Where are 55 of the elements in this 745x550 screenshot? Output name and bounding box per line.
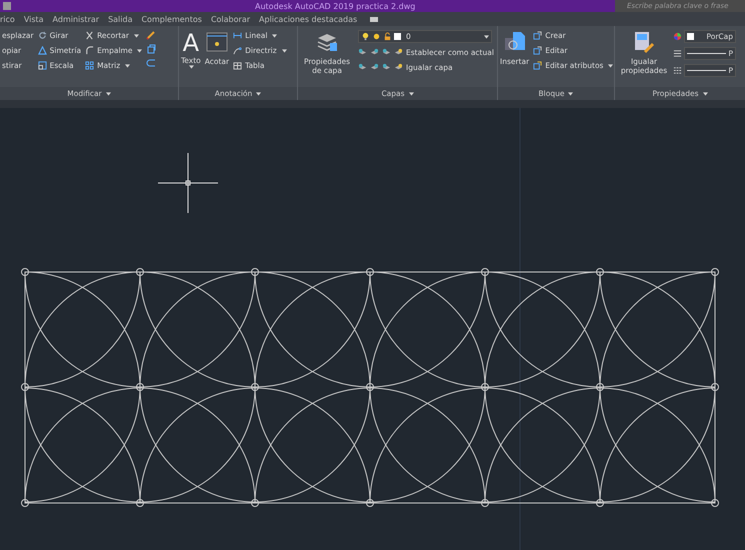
crosshair-cursor-icon: [158, 152, 218, 214]
scissors-icon: [85, 31, 94, 40]
block-icon: [533, 61, 542, 70]
triangle-icon: [38, 46, 47, 55]
layer-tool-icon[interactable]: [394, 48, 403, 57]
caret-icon[interactable]: [408, 92, 414, 96]
caret-icon[interactable]: [702, 92, 708, 96]
layer-tool-icon[interactable]: [358, 48, 367, 57]
lock-icon: [383, 32, 392, 41]
ribbon-tab[interactable]: Salida: [108, 14, 132, 24]
leader-icon: [233, 46, 242, 55]
corner-arc-icon: [85, 46, 94, 55]
caret-icon[interactable]: [608, 64, 614, 68]
layer-tool-icon[interactable]: [370, 48, 379, 57]
sun-icon: [372, 32, 381, 41]
dimension-icon: [204, 30, 229, 54]
linear-dimension-icon: [233, 31, 242, 40]
text-icon: A: [182, 30, 200, 56]
color-wheel-icon: [673, 32, 682, 41]
copy-icon[interactable]: [146, 44, 156, 54]
linetype-icon: [673, 66, 682, 75]
match-properties-icon: [632, 30, 656, 54]
caret-icon[interactable]: [282, 48, 287, 52]
lineweight-icon: [673, 49, 682, 58]
caret-icon[interactable]: [137, 48, 142, 52]
ribbon-tab[interactable]: Aplicaciones destacadas: [259, 14, 358, 24]
caret-icon[interactable]: [568, 92, 574, 96]
caret-icon[interactable]: [484, 34, 489, 38]
caret-icon[interactable]: [134, 34, 139, 38]
grid-icon: [85, 61, 94, 70]
caret-icon[interactable]: [106, 92, 111, 96]
ribbon-tab[interactable]: Administrar: [52, 14, 100, 24]
bulb-icon: [361, 32, 370, 41]
offset-icon[interactable]: [146, 58, 156, 68]
layer-tool-icon[interactable]: [370, 63, 379, 72]
camera-icon[interactable]: [370, 16, 378, 22]
ribbon-tab[interactable]: Complementos: [141, 14, 202, 24]
layer-tool-icon[interactable]: [358, 63, 367, 72]
scale-icon: [38, 61, 47, 70]
caret-icon[interactable]: [256, 92, 262, 96]
ribbon-tab[interactable]: rico: [0, 14, 15, 24]
table-icon: [233, 61, 242, 70]
caret-icon[interactable]: [272, 34, 278, 38]
window-title: Autodesk AutoCAD 2019 practica 2.dwg: [255, 2, 416, 10]
ribbon-tab[interactable]: Vista: [24, 14, 44, 24]
caret-icon[interactable]: [189, 65, 194, 69]
layer-tool-icon[interactable]: [394, 63, 403, 72]
block-icon: [533, 46, 542, 55]
ribbon-tab[interactable]: Colaborar: [210, 14, 250, 24]
rotate-icon: [38, 31, 47, 40]
layer-tool-icon[interactable]: [382, 63, 391, 72]
layer-tool-icon[interactable]: [382, 48, 391, 57]
block-icon: [533, 31, 542, 40]
caret-icon[interactable]: [125, 64, 130, 68]
pencil-icon[interactable]: [146, 30, 156, 40]
